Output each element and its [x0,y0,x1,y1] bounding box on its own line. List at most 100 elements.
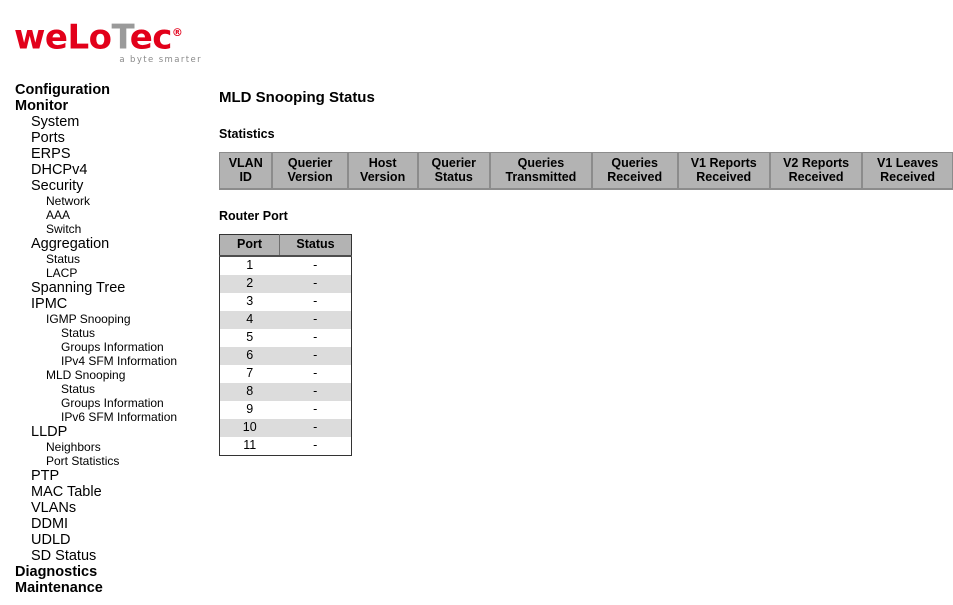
router-port-column-header: Status [279,234,352,257]
sidebar-navigation: Configuration Monitor System Ports ERPS DHCPv… [0,82,210,596]
table-row: 11- [219,437,352,456]
sidebar-item-neighbors[interactable]: Neighbors [0,440,210,454]
sidebar-item-label: VLANs [31,500,77,516]
sidebar-item-mld-snooping[interactable]: MLD Snooping [0,368,210,382]
router-port-number-cell: 6 [219,347,280,365]
statistics-column-header: V1 Reports Received [676,152,771,190]
statistics-column-header: VLAN ID [219,152,274,190]
sidebar-item-lacp[interactable]: LACP [0,266,210,280]
sidebar-item-label: Port Statistics [46,454,120,468]
sidebar-item-label: ERPS [31,146,71,162]
sidebar-item-security[interactable]: Security [0,178,210,194]
brand-wordmark-letter-t: T [111,17,131,58]
sidebar-item-label: Switch [46,222,82,236]
column-header-label: Queries Transmitted [505,156,577,184]
brand-wordmark: weLoTec® [14,16,204,54]
router-port-status-cell: - [279,256,352,275]
router-port-number-cell: 8 [219,383,280,401]
sidebar-item-groups-information[interactable]: Groups Information [0,396,210,410]
sidebar-item-aaa[interactable]: AAA [0,208,210,222]
table-row: 5- [219,329,352,347]
router-port-number-cell: 3 [219,293,280,311]
sidebar-item-status[interactable]: Status [0,326,210,340]
router-port-column-header: Port [219,234,280,257]
sidebar-item-network[interactable]: Network [0,194,210,208]
sidebar-item-system[interactable]: System [0,114,210,130]
router-port-number-cell: 11 [219,437,280,456]
table-row: 6- [219,347,352,365]
column-header-label: V1 Leaves Received [877,156,939,184]
column-header-label: Port [237,237,262,251]
router-port-section-title: Router Port [219,209,288,223]
router-port-status-cell: - [279,329,352,347]
sidebar-item-groups-information[interactable]: Groups Information [0,340,210,354]
sidebar-item-label: Groups Information [61,396,164,410]
table-row: 2- [219,275,352,293]
sidebar-item-label: MAC Table [31,484,102,500]
sidebar-item-switch[interactable]: Switch [0,222,210,236]
router-port-status-cell: - [279,419,352,437]
page-title: MLD Snooping Status [219,89,375,106]
sidebar-item-label: Status [61,382,96,396]
sidebar-item-label: Neighbors [46,440,101,454]
sidebar-item-ports[interactable]: Ports [0,130,210,146]
sidebar-item-udld[interactable]: UDLD [0,532,210,548]
statistics-column-header: V2 Reports Received [768,152,864,190]
sidebar-item-aggregation[interactable]: Aggregation [0,236,210,252]
sidebar-item-erps[interactable]: ERPS [0,146,210,162]
sidebar-item-label: Network [46,194,91,208]
sidebar-item-diagnostics[interactable]: Diagnostics [0,564,210,580]
sidebar-item-spanning-tree[interactable]: Spanning Tree [0,280,210,296]
sidebar-item-configuration[interactable]: Configuration [0,82,210,98]
statistics-column-header: Queries Transmitted [489,152,593,190]
column-header-label: Querier Version [287,156,333,184]
router-port-number-cell: 7 [219,365,280,383]
sidebar-item-dhcpv4[interactable]: DHCPv4 [0,162,210,178]
brand-wordmark-part2: ec [129,17,173,58]
sidebar-item-maintenance[interactable]: Maintenance [0,580,210,596]
table-row: 9- [219,401,352,419]
sidebar-item-status[interactable]: Status [0,252,210,266]
main-content: MLD Snooping Status Statistics VLAN ID Qu… [219,88,953,456]
sidebar-item-mac-table[interactable]: MAC Table [0,484,210,500]
router-port-status-cell: - [279,347,352,365]
router-port-number-cell: 1 [219,256,280,275]
sidebar-item-vlans[interactable]: VLANs [0,500,210,516]
sidebar-item-label: IPv4 SFM Information [61,354,178,368]
sidebar-item-label: SD Status [31,548,97,564]
sidebar-item-label: Status [61,326,96,340]
sidebar-item-label: Diagnostics [15,564,98,580]
sidebar-item-sd-status[interactable]: SD Status [0,548,210,564]
sidebar-item-port-statistics[interactable]: Port Statistics [0,454,210,468]
statistics-column-header: Querier Version [271,152,349,190]
sidebar-item-label: MLD Snooping [46,368,126,382]
router-port-number-cell: 2 [219,275,280,293]
column-header-label: Querier Status [431,156,476,184]
sidebar-item-igmp-snooping[interactable]: IGMP Snooping [0,312,210,326]
sidebar-item-lldp[interactable]: LLDP [0,424,210,440]
sidebar-item-ipmc[interactable]: IPMC [0,296,210,312]
table-row: 8- [219,383,352,401]
router-port-number-cell: 9 [219,401,280,419]
sidebar-item-label: Security [31,178,84,194]
column-header-label: V2 Reports Received [783,156,850,184]
router-port-status-cell: - [279,275,352,293]
brand-logo[interactable]: weLoTec® a byte smarter [14,16,204,65]
sidebar-item-ipv4-sfm-information[interactable]: IPv4 SFM Information [0,354,210,368]
sidebar-item-label: Maintenance [15,580,103,596]
statistics-column-header: V1 Leaves Received [861,152,953,190]
sidebar-item-monitor[interactable]: Monitor [0,98,210,114]
table-row: 10- [219,419,352,437]
sidebar-item-label: AAA [46,208,71,222]
router-port-body: 1-2-3-4-5-6-7-8-9-10-11- [219,256,352,456]
sidebar-item-ptp[interactable]: PTP [0,468,210,484]
sidebar-item-ddmi[interactable]: DDMI [0,516,210,532]
table-row: 3- [219,293,352,311]
sidebar-item-ipv6-sfm-information[interactable]: IPv6 SFM Information [0,410,210,424]
column-header-label: VLAN ID [228,156,263,184]
sidebar-item-status[interactable]: Status [0,382,210,396]
table-row: 4- [219,311,352,329]
sidebar-item-label: Ports [31,130,65,146]
